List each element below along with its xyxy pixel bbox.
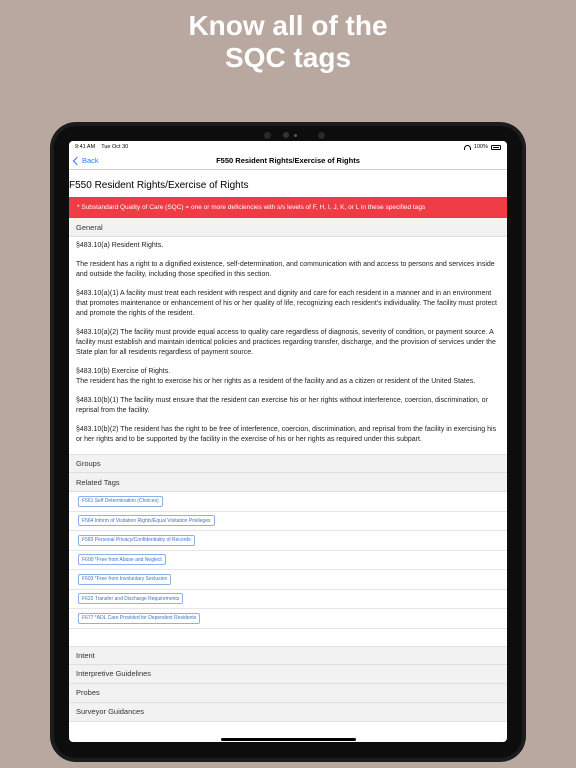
related-tag-link[interactable]: F677 *ADL Care Provided for Dependent Re…	[78, 612, 201, 624]
headline-line2: SQC tags	[224, 42, 352, 73]
general-paragraph: §483.10(b) Exercise of Rights. The resid…	[76, 368, 476, 385]
tags-spacer	[69, 628, 507, 646]
section-general[interactable]: General	[69, 218, 507, 237]
battery-percent: 100%	[473, 144, 488, 150]
related-tag-link[interactable]: F622 Transfer and Discharge Requirements	[78, 593, 184, 605]
related-tag-link[interactable]: F564 Inform of Visitation Rights/Equal V…	[78, 515, 215, 527]
camera-lens-icon	[264, 132, 271, 139]
home-indicator[interactable]	[221, 738, 356, 741]
section-groups[interactable]: Groups	[69, 454, 507, 473]
section-probes[interactable]: Probes	[69, 683, 507, 703]
app-screen: 9:41 AM Tue Oct 30 100% Back F550 Reside…	[69, 141, 507, 742]
battery-icon	[491, 144, 501, 150]
nav-title: F550 Resident Rights/Exercise of Rights	[216, 156, 360, 165]
related-tag-link[interactable]: F583 Personal Privacy/Confidentiality of…	[78, 534, 195, 546]
related-tag-row: F603 *Free from Involuntary Seclusion	[69, 570, 507, 590]
general-paragraph: The resident has a right to a dignified …	[76, 261, 495, 278]
related-tag-link[interactable]: F561 Self Determination (Choices)	[78, 495, 163, 507]
camera-dot-icon	[294, 134, 297, 137]
status-right: 100%	[463, 144, 501, 150]
general-content: §483.10(a) Resident Rights. The resident…	[69, 237, 507, 445]
headline: Know all of the SQC tags	[0, 10, 576, 74]
section-surveyor-guidances[interactable]: Surveyor Guidances	[69, 702, 507, 722]
general-paragraph: §483.10(b)(2) The resident has the right…	[76, 426, 497, 443]
related-tag-row: F564 Inform of Visitation Rights/Equal V…	[69, 511, 507, 531]
related-tag-row: F583 Personal Privacy/Confidentiality of…	[69, 531, 507, 551]
related-tag-link[interactable]: F600 *Free from Abuse and Neglect	[78, 554, 166, 566]
page-title: F550 Resident Rights/Exercise of Rights	[69, 180, 249, 191]
status-date: Tue Oct 30	[101, 144, 129, 150]
related-tag-row: F600 *Free from Abuse and Neglect	[69, 550, 507, 570]
status-bar: 9:41 AM Tue Oct 30 100%	[69, 141, 507, 153]
section-intent[interactable]: Intent	[69, 645, 507, 665]
section-interpretive-guidelines[interactable]: Interpretive Guidelines	[69, 664, 507, 684]
related-tag-link[interactable]: F603 *Free from Involuntary Seclusion	[78, 573, 172, 585]
wifi-icon	[463, 144, 471, 150]
navigation-bar: Back F550 Resident Rights/Exercise of Ri…	[69, 153, 507, 170]
camera-sensor-icon	[283, 132, 289, 138]
general-paragraph: §483.10(b)(1) The facility must ensure t…	[76, 397, 488, 414]
status-left: 9:41 AM Tue Oct 30	[75, 144, 128, 150]
headline-line1: Know all of the	[188, 10, 388, 41]
section-related-tags[interactable]: Related Tags	[69, 473, 507, 492]
status-time: 9:41 AM	[75, 144, 96, 150]
sqc-banner: * Substandard Quality of Care (SQC) = on…	[69, 197, 507, 218]
related-tag-row: F677 *ADL Care Provided for Dependent Re…	[69, 609, 507, 629]
related-tag-row: F622 Transfer and Discharge Requirements	[69, 589, 507, 609]
general-paragraph: §483.10(a)(1) A facility must treat each…	[76, 290, 497, 317]
general-paragraph: §483.10(a)(2) The facility must provide …	[76, 329, 496, 356]
general-paragraph: §483.10(a) Resident Rights.	[76, 242, 164, 249]
camera-lens-icon	[318, 132, 325, 139]
related-tag-row: F561 Self Determination (Choices)	[69, 492, 507, 512]
